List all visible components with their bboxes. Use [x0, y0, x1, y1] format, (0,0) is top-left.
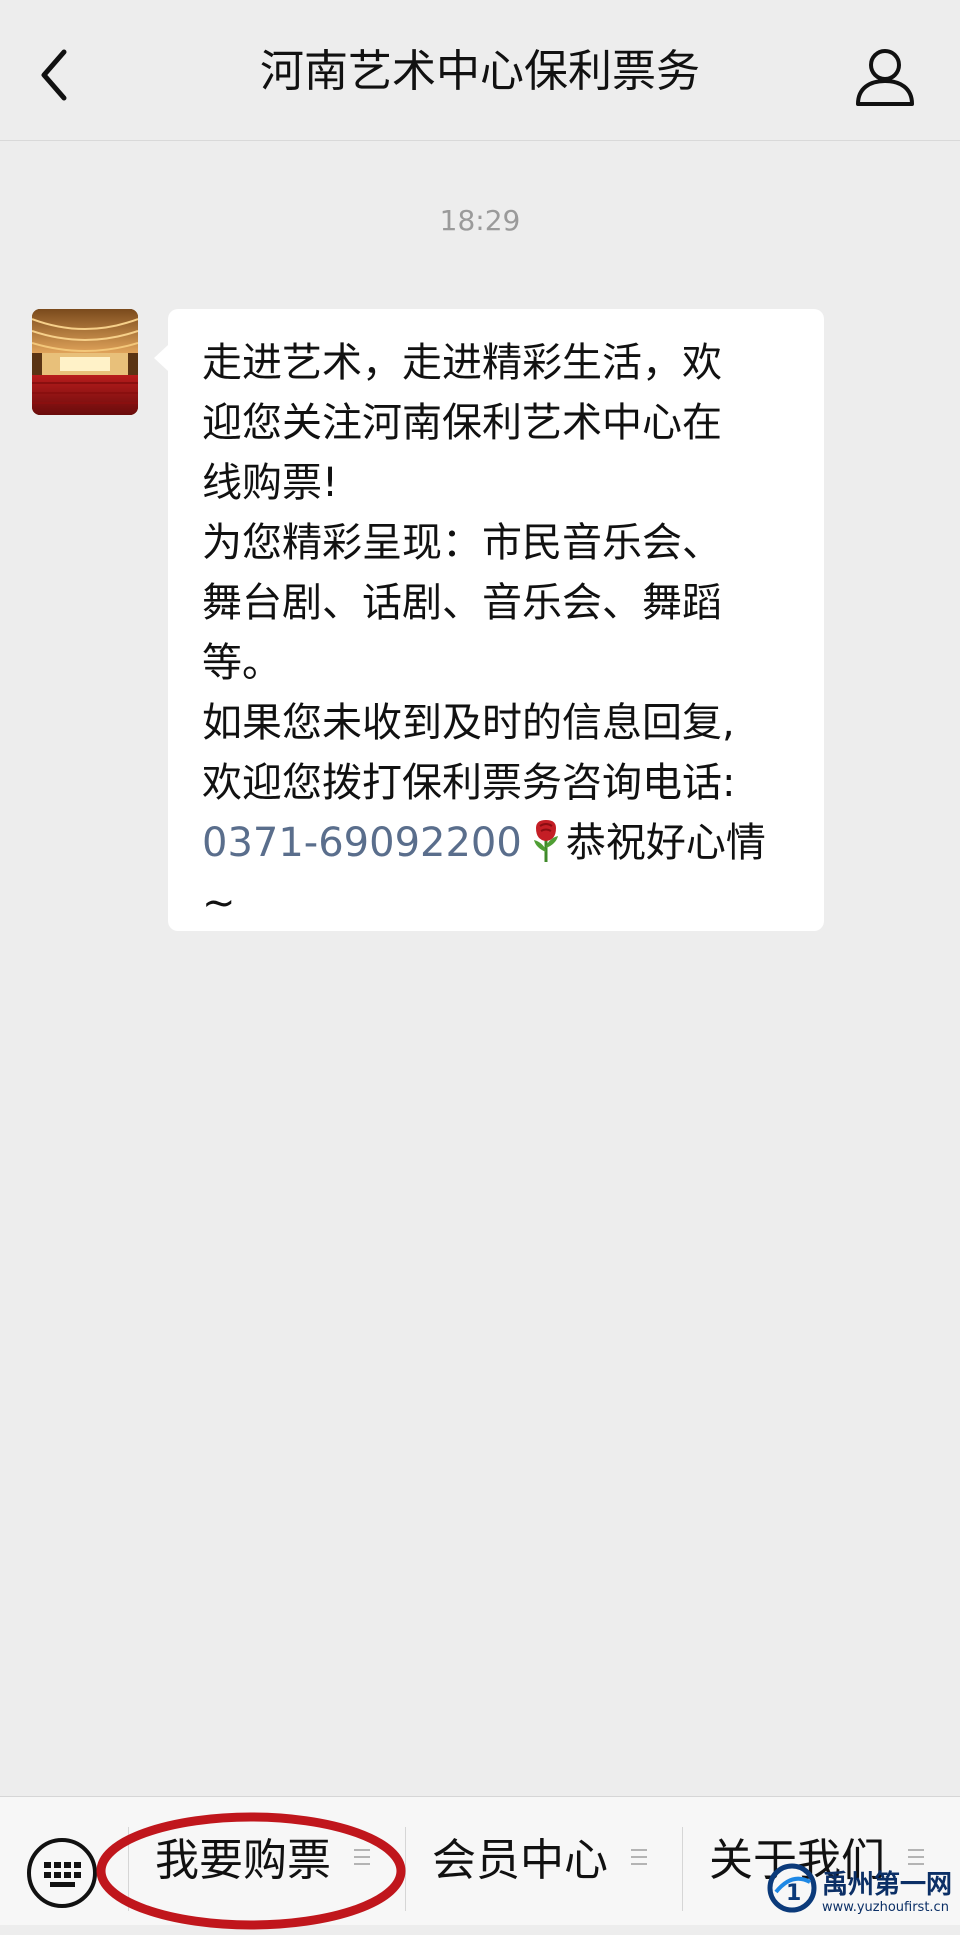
message-line: 走进艺术，走进精彩生活，欢: [202, 340, 722, 386]
menu-item-member-center[interactable]: 会员中心: [406, 1797, 682, 1925]
keyboard-icon: [27, 1838, 97, 1908]
menu-item-label: 会员中心: [432, 1835, 608, 1886]
profile-button[interactable]: [850, 42, 920, 112]
watermark-url: www.yuzhoufirst.cn: [822, 1900, 949, 1915]
message-line: 如果您未收到及时的信息回复,: [202, 700, 735, 746]
message-line: 等。: [202, 640, 282, 686]
watermark-logo-icon: 1: [767, 1863, 817, 1913]
chevron-left-icon: [41, 49, 67, 101]
menu-item-buy-tickets[interactable]: 我要购票: [129, 1797, 405, 1925]
message-bubble: 走进艺术，走进精彩生活，欢 迎您关注河南保利艺术中心在 线购票! 为您精彩呈现：…: [154, 309, 824, 931]
message-line-phone: 0371-69092200 恭祝好心情: [202, 813, 794, 873]
back-button[interactable]: [30, 40, 90, 110]
closing-text: 恭祝好心情: [565, 820, 766, 866]
watermark-text: 禹州第一网: [822, 1870, 953, 1900]
person-icon: [856, 49, 914, 106]
top-nav-bar: 河南艺术中心保利票务: [0, 0, 960, 141]
message-line: 迎您关注河南保利艺术中心在: [202, 400, 722, 446]
message-line-tilde: ~: [202, 880, 236, 926]
svg-text:1: 1: [786, 1881, 801, 1906]
theater-avatar-image: [32, 309, 138, 415]
submenu-icon: [631, 1849, 647, 1871]
message-line: 舞台剧、话剧、音乐会、舞蹈: [202, 580, 722, 626]
keyboard-toggle-button[interactable]: [24, 1835, 100, 1911]
submenu-icon: [354, 1849, 370, 1871]
sender-avatar[interactable]: [32, 309, 138, 415]
message-timestamp: 18:29: [439, 204, 521, 237]
message-line: 欢迎您拨打保利票务咨询电话:: [202, 760, 736, 806]
rose-icon: [533, 820, 558, 862]
phone-number-link[interactable]: 0371-69092200: [202, 820, 522, 866]
page-title: 河南艺术中心保利票务: [260, 46, 700, 97]
site-watermark: 1 禹州第一网 www.yuzhoufirst.cn: [762, 1858, 960, 1924]
menu-item-label: 我要购票: [155, 1835, 331, 1886]
message-line: 线购票!: [202, 460, 339, 506]
message-line: 为您精彩呈现：市民音乐会、: [202, 520, 722, 566]
